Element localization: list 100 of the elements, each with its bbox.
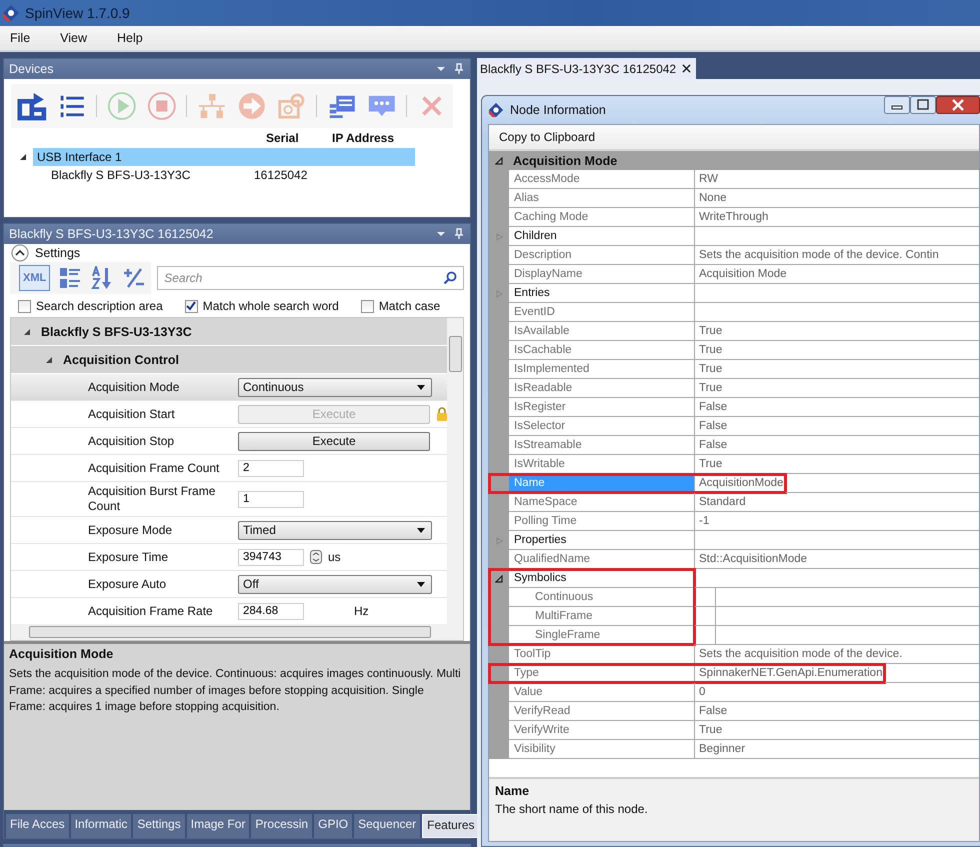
property-name[interactable]: IsRegister <box>509 398 695 417</box>
dropdown[interactable]: Timed <box>238 520 432 540</box>
checkbox[interactable] <box>18 300 31 312</box>
horizontal-scrollbar[interactable] <box>11 624 463 640</box>
tab[interactable]: Image For <box>186 814 250 838</box>
collapse-icon[interactable] <box>11 244 29 262</box>
property-name[interactable]: MultiFrame <box>509 607 716 626</box>
tree-item[interactable]: Blackfly S BFS-U3-13Y3C <box>51 168 256 182</box>
feature-label: Acquisition Start <box>88 406 176 422</box>
expand-arrow-icon[interactable] <box>495 156 503 164</box>
property-name[interactable]: IsAvailable <box>509 322 695 341</box>
property-group[interactable]: Entries <box>509 284 695 303</box>
property-value: Std::AcquisitionMode <box>695 550 810 569</box>
checkbox[interactable] <box>184 300 198 312</box>
feature-label: Exposure Time <box>88 550 170 564</box>
feature-label: Acquisition Frame Count <box>88 460 220 476</box>
menu-item[interactable]: Help <box>107 31 159 45</box>
close-icon[interactable] <box>936 96 980 114</box>
property-name[interactable]: IsWritable <box>509 455 695 474</box>
category-label[interactable]: Acquisition Control <box>63 352 179 366</box>
property-name[interactable]: Value <box>509 683 695 702</box>
expand-arrow-icon[interactable] <box>495 574 503 582</box>
property-name[interactable]: VerifyRead <box>509 702 695 721</box>
number-field[interactable]: 1 <box>238 490 304 508</box>
property-group[interactable]: Properties <box>509 531 695 550</box>
copy-to-clipboard-button[interactable]: Copy to Clipboard <box>489 128 606 146</box>
execute-button[interactable]: Execute <box>238 432 430 450</box>
dropdown[interactable]: Continuous <box>238 378 432 396</box>
xml-view-button[interactable]: XML <box>19 265 50 291</box>
dropdown[interactable]: Off <box>238 574 432 594</box>
feature-label: Acquisition Stop <box>88 434 176 448</box>
number-field[interactable]: 284.68 <box>238 602 304 620</box>
tab[interactable]: File Acces <box>6 814 69 838</box>
minimize-icon[interactable] <box>884 96 910 114</box>
property-name[interactable]: AccessMode <box>509 170 695 189</box>
spinner-icon[interactable] <box>310 550 322 564</box>
document-tab[interactable]: Blackfly S BFS-U3-13Y3C 16125042 <box>477 58 696 79</box>
tab[interactable]: Informatic <box>70 814 132 838</box>
expand-arrow-icon[interactable] <box>45 356 53 364</box>
property-name[interactable]: Caching Mode <box>509 208 695 227</box>
property-value: None <box>695 189 730 208</box>
property-name[interactable]: QualifiedName <box>509 550 695 569</box>
caret-icon <box>417 384 425 390</box>
column-header[interactable]: IP Address <box>332 131 394 145</box>
refresh-icon[interactable] <box>17 90 47 122</box>
menu-item[interactable]: File <box>0 31 46 45</box>
property-name[interactable]: Continuous <box>509 588 716 607</box>
tab[interactable]: Features <box>422 814 480 838</box>
property-name[interactable]: NameSpace <box>509 493 695 512</box>
tree-item[interactable]: USB Interface 1 <box>33 148 415 166</box>
property-name[interactable]: IsSelector <box>509 417 695 436</box>
property-name[interactable]: Description <box>509 246 695 265</box>
tab[interactable]: Processin <box>251 814 312 838</box>
property-name[interactable]: SingleFrame <box>509 626 716 645</box>
property-name[interactable]: Type <box>509 664 695 683</box>
number-field[interactable]: 394743 <box>238 548 304 566</box>
search-icon[interactable] <box>443 271 457 285</box>
number-field[interactable]: 2 <box>238 460 304 476</box>
property-name[interactable]: IsReadable <box>509 379 695 398</box>
dialog-title: Node Information <box>510 103 607 117</box>
menu-item[interactable]: View <box>50 31 104 45</box>
close-icon[interactable] <box>682 64 692 73</box>
property-name[interactable]: Visibility <box>509 740 695 759</box>
property-name[interactable]: VerifyWrite <box>509 721 695 740</box>
category-label[interactable]: Blackfly S BFS-U3-13Y3C <box>41 324 192 338</box>
tab[interactable]: Sequencer <box>354 814 420 838</box>
plus-minus-icon[interactable] <box>122 266 146 290</box>
column-header[interactable]: Serial <box>266 131 299 145</box>
property-name[interactable]: IsCachable <box>509 341 695 360</box>
property-group[interactable]: Symbolics <box>509 569 695 588</box>
maximize-icon[interactable] <box>910 96 936 114</box>
property-group[interactable]: Children <box>509 227 695 246</box>
property-name[interactable]: IsStreamable <box>509 436 695 455</box>
property-value: RW <box>695 170 721 189</box>
checkbox-label[interactable]: Match case <box>378 299 440 313</box>
category-label[interactable]: Acquisition Mode <box>513 154 618 168</box>
checkbox-label[interactable]: Match whole search word <box>202 299 339 313</box>
tab[interactable]: GPIO <box>314 814 352 838</box>
property-name[interactable]: Alias <box>509 189 695 208</box>
search-field[interactable]: Search <box>157 266 464 290</box>
property-name[interactable]: EventID <box>509 303 695 322</box>
categorized-view-icon[interactable] <box>58 266 82 290</box>
property-value: True <box>695 455 726 474</box>
dropdown-caret-icon[interactable] <box>436 229 446 239</box>
property-name[interactable]: ToolTip <box>509 645 695 664</box>
property-name[interactable]: Polling Time <box>509 512 695 531</box>
pin-icon[interactable] <box>454 63 464 75</box>
expand-arrow-icon[interactable] <box>23 328 31 336</box>
checkbox-label[interactable]: Search description area <box>36 299 163 313</box>
expand-arrow-icon[interactable] <box>19 153 27 161</box>
vertical-scrollbar[interactable] <box>447 318 463 624</box>
pin-icon[interactable] <box>454 228 464 240</box>
checkbox[interactable] <box>360 300 374 312</box>
property-value: Sets the acquisition mode of the device. Contin <box>695 246 942 265</box>
tab[interactable]: Settings <box>133 814 185 838</box>
dropdown-caret-icon[interactable] <box>436 64 446 74</box>
property-name[interactable]: DisplayName <box>509 265 695 284</box>
property-name[interactable]: IsImplemented <box>509 360 695 379</box>
property-name[interactable]: Name <box>509 474 695 493</box>
caret-icon <box>417 528 425 532</box>
